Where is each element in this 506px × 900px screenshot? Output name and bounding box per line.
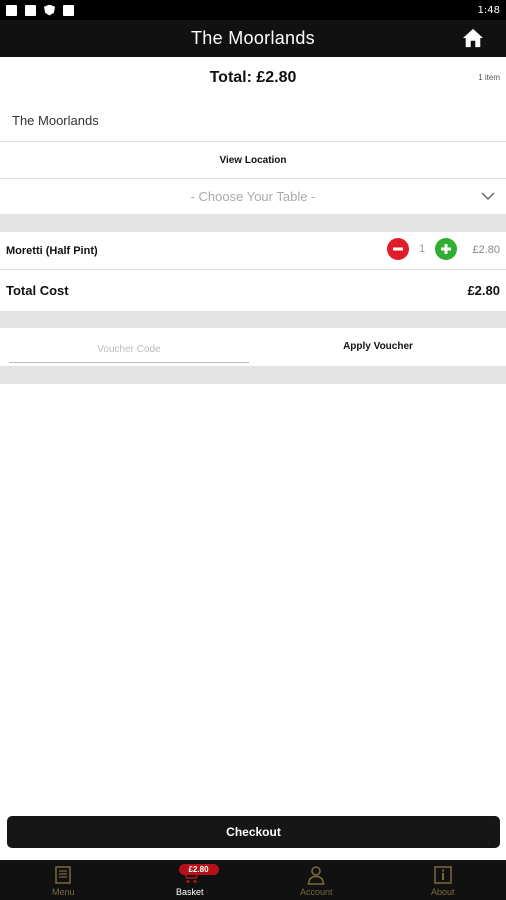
view-location-row[interactable]: View Location bbox=[0, 142, 506, 179]
app-title: The Moorlands bbox=[191, 28, 315, 48]
bottom-nav: Menu £2.80 Basket Account About bbox=[0, 860, 506, 900]
section-divider bbox=[0, 366, 506, 384]
nav-label-account: Account bbox=[299, 887, 333, 897]
item-price: £2.80 bbox=[472, 244, 500, 256]
quantity-stepper: 1 bbox=[387, 238, 457, 260]
table-select[interactable]: - Choose Your Table - bbox=[0, 179, 506, 214]
venue-name: The Moorlands bbox=[12, 112, 99, 128]
menu-book-icon bbox=[55, 866, 71, 884]
quantity-value: 1 bbox=[418, 243, 426, 255]
voucher-code-input[interactable] bbox=[9, 337, 249, 363]
nav-label-menu: Menu bbox=[51, 887, 75, 897]
nav-item-about[interactable]: About bbox=[380, 860, 506, 900]
section-divider bbox=[0, 214, 506, 232]
user-icon bbox=[307, 866, 325, 885]
nav-item-basket[interactable]: £2.80 Basket bbox=[127, 860, 254, 900]
plus-icon bbox=[441, 244, 451, 254]
sd-card-icon bbox=[25, 4, 36, 16]
checkout-button[interactable]: Checkout bbox=[7, 816, 500, 848]
nav-item-menu[interactable]: Menu bbox=[0, 860, 127, 900]
item-count: 1 item bbox=[478, 73, 500, 82]
download-icon bbox=[63, 4, 74, 16]
shield-icon bbox=[44, 4, 55, 16]
increase-quantity-button[interactable] bbox=[435, 238, 457, 260]
minus-icon bbox=[393, 247, 403, 251]
status-icons bbox=[6, 4, 74, 16]
nav-label-basket: Basket bbox=[175, 887, 204, 897]
basket-total: Total: £2.80 bbox=[209, 69, 297, 86]
item-name: Moretti (Half Pint) bbox=[6, 244, 98, 257]
notification-icon bbox=[6, 4, 17, 16]
basket-line-item: Moretti (Half Pint) 1 £2.80 bbox=[0, 232, 506, 270]
total-cost-label: Total Cost bbox=[6, 283, 69, 298]
view-location-link[interactable]: View Location bbox=[219, 155, 286, 166]
nav-label-about: About bbox=[430, 887, 455, 897]
checkout-label: Checkout bbox=[226, 825, 281, 839]
section-divider bbox=[0, 311, 506, 328]
basket-total-row: Total: £2.80 1 item bbox=[0, 57, 506, 99]
info-icon bbox=[434, 866, 452, 884]
apply-voucher-button[interactable]: Apply Voucher bbox=[300, 341, 456, 352]
home-icon[interactable] bbox=[462, 28, 484, 48]
total-cost-value: £2.80 bbox=[467, 283, 500, 298]
venue-row: The Moorlands bbox=[0, 99, 506, 142]
nav-item-account[interactable]: Account bbox=[253, 860, 380, 900]
voucher-row: Apply Voucher bbox=[0, 328, 506, 366]
status-time: 1:48 bbox=[477, 4, 500, 16]
decrease-quantity-button[interactable] bbox=[387, 238, 409, 260]
chevron-down-icon[interactable] bbox=[480, 188, 496, 204]
table-select-placeholder: - Choose Your Table - bbox=[190, 189, 316, 204]
app-bar: The Moorlands bbox=[0, 20, 506, 57]
basket-badge: £2.80 bbox=[178, 864, 219, 875]
status-bar: 1:48 bbox=[0, 0, 506, 20]
total-cost-row: Total Cost £2.80 bbox=[0, 270, 506, 311]
